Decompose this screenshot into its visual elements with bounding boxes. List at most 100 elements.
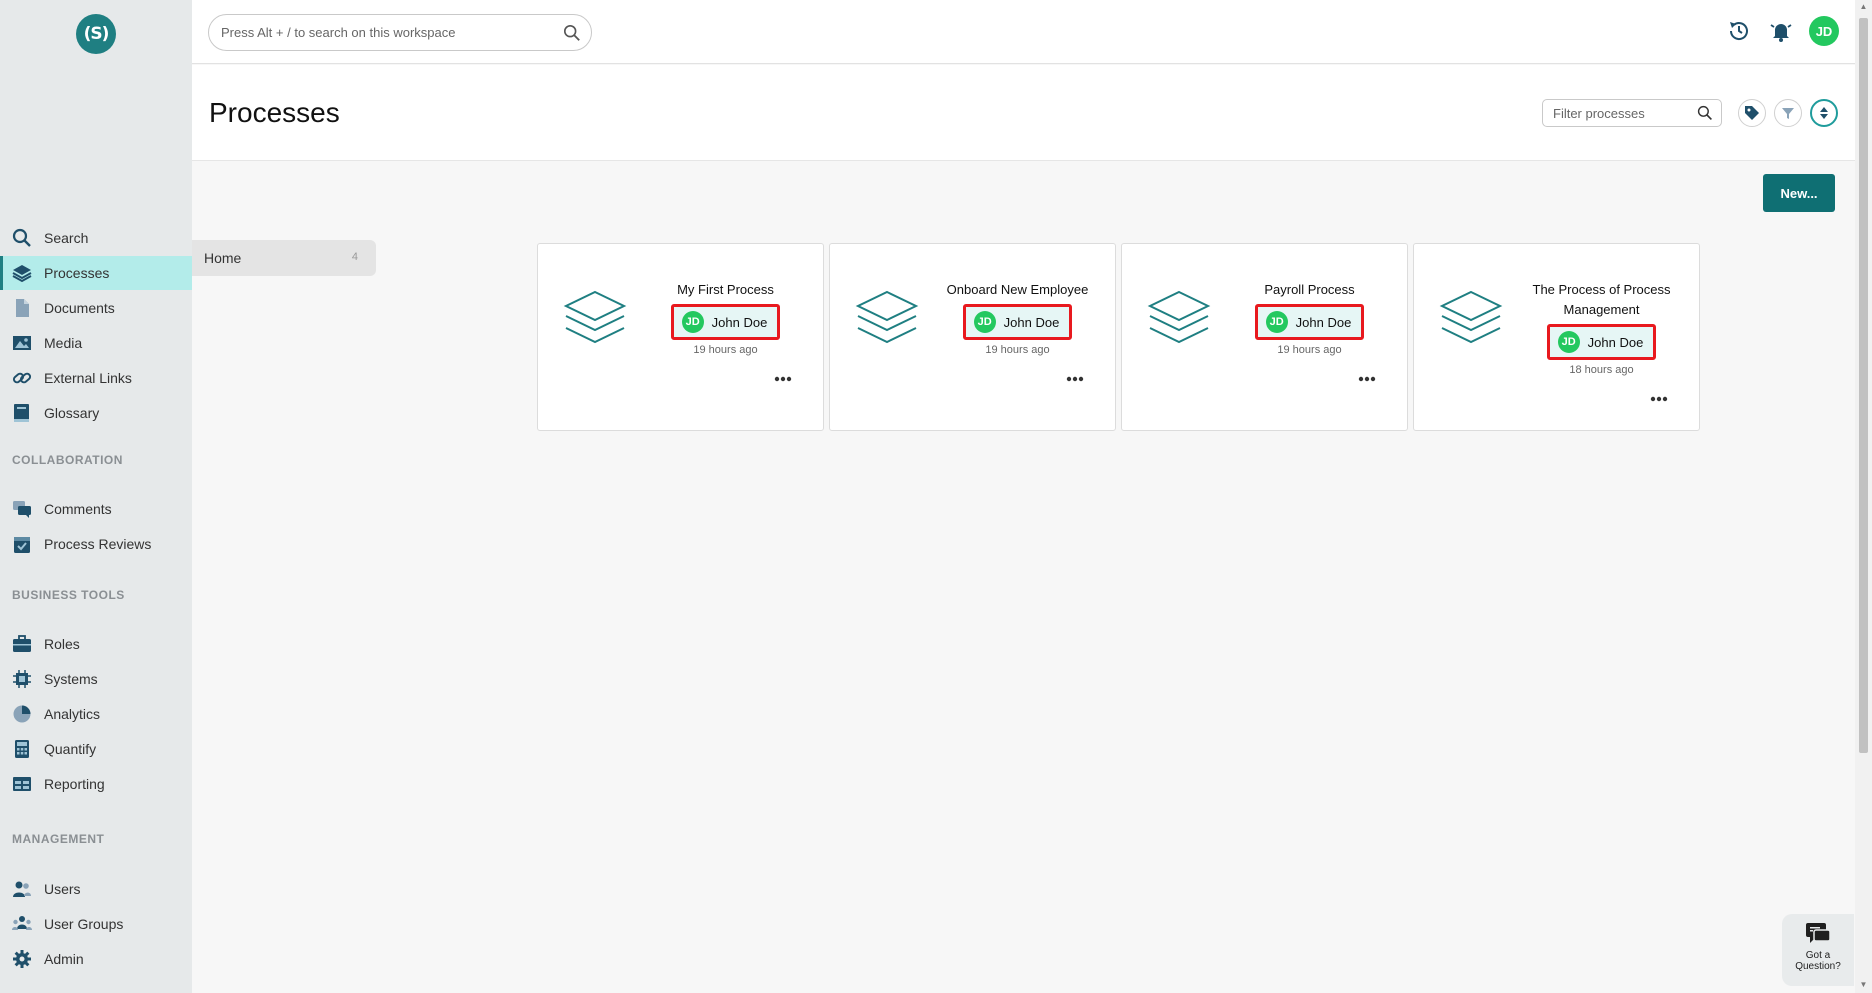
- table-icon: [12, 774, 32, 794]
- sidebar-item-reporting[interactable]: Reporting: [0, 767, 192, 801]
- owner-name: John Doe: [1295, 314, 1352, 330]
- process-card-body: Payroll Process JD John Doe 19 hours ago: [1222, 280, 1397, 356]
- sidebar-item-label: Comments: [44, 501, 112, 517]
- folder-tree-item-home[interactable]: Home 4: [192, 240, 376, 276]
- workspace-logo[interactable]: (S): [76, 14, 116, 54]
- sidebar-item-analytics[interactable]: Analytics: [0, 697, 192, 731]
- link-icon: [12, 368, 32, 388]
- process-card-body: My First Process JD John Doe 19 hours ag…: [638, 280, 813, 356]
- process-title[interactable]: My First Process: [677, 280, 774, 300]
- sidebar-item-users[interactable]: Users: [0, 872, 192, 906]
- filter-processes: [1542, 99, 1722, 127]
- app-root: (S) Search Processes Documents Media Ext…: [0, 0, 1872, 993]
- help-widget[interactable]: Got a Question?: [1782, 914, 1854, 986]
- scroll-down-arrow-icon[interactable]: ▼: [1859, 980, 1868, 992]
- process-card[interactable]: Onboard New Employee JD John Doe 19 hour…: [829, 243, 1116, 431]
- sort-button[interactable]: [1810, 99, 1838, 127]
- process-updated-time: 19 hours ago: [693, 344, 758, 356]
- sidebar-item-label: Documents: [44, 300, 115, 316]
- sidebar-item-label: Admin: [44, 951, 84, 967]
- sidebar: (S) Search Processes Documents Media Ext…: [0, 0, 192, 993]
- calendar-check-icon: [12, 534, 32, 554]
- process-owner[interactable]: JD John Doe: [1254, 304, 1365, 340]
- scrollbar-thumb[interactable]: [1859, 18, 1868, 753]
- sidebar-item-processes[interactable]: Processes: [0, 256, 192, 290]
- top-bar: JD: [192, 0, 1855, 64]
- sidebar-item-user-groups[interactable]: User Groups: [0, 907, 192, 941]
- process-updated-time: 18 hours ago: [1569, 364, 1634, 376]
- comments-icon: [12, 499, 32, 519]
- new-process-button[interactable]: New...: [1763, 174, 1835, 212]
- section-title-business-tools: BUSINESS TOOLS: [12, 588, 125, 602]
- search-icon[interactable]: [1697, 105, 1713, 121]
- gear-icon: [12, 949, 32, 969]
- sidebar-item-documents[interactable]: Documents: [0, 291, 192, 325]
- users-icon: [12, 879, 32, 899]
- sidebar-item-quantify[interactable]: Quantify: [0, 732, 192, 766]
- sidebar-item-label: Media: [44, 335, 83, 351]
- book-icon: [12, 403, 32, 423]
- sidebar-item-media[interactable]: Media: [0, 326, 192, 360]
- owner-avatar: JD: [681, 311, 704, 333]
- sidebar-item-label: Reporting: [44, 776, 105, 792]
- filter-button[interactable]: [1774, 99, 1802, 127]
- process-updated-time: 19 hours ago: [1277, 344, 1342, 356]
- owner-avatar: JD: [1265, 311, 1288, 333]
- folder-name: Home: [204, 250, 242, 266]
- process-card[interactable]: The Process of Process Management JD Joh…: [1413, 243, 1700, 431]
- section-title-collaboration: COLLABORATION: [12, 453, 123, 467]
- sidebar-item-label: Glossary: [44, 405, 100, 421]
- sidebar-item-process-reviews[interactable]: Process Reviews: [0, 527, 192, 561]
- more-options-icon[interactable]: [1063, 371, 1087, 387]
- document-icon: [12, 298, 32, 318]
- sidebar-item-comments[interactable]: Comments: [0, 492, 192, 526]
- sidebar-item-admin[interactable]: Admin: [0, 942, 192, 976]
- page-scrollbar[interactable]: ▲ ▼: [1855, 0, 1872, 993]
- sidebar-item-label: External Links: [44, 370, 132, 386]
- process-title[interactable]: Payroll Process: [1264, 280, 1354, 300]
- process-title[interactable]: Onboard New Employee: [947, 280, 1089, 300]
- more-options-icon[interactable]: [1647, 391, 1671, 407]
- owner-name: John Doe: [1003, 314, 1060, 330]
- top-actions: JD: [1725, 16, 1839, 46]
- sidebar-item-label: User Groups: [44, 916, 124, 932]
- sidebar-item-label: Systems: [44, 671, 98, 687]
- process-card-body: Onboard New Employee JD John Doe 19 hour…: [930, 280, 1105, 356]
- sidebar-item-label: Quantify: [44, 741, 97, 757]
- search-icon[interactable]: [563, 24, 581, 42]
- tags-button[interactable]: [1738, 99, 1766, 127]
- sidebar-item-glossary[interactable]: Glossary: [0, 396, 192, 430]
- sort-icon: [1820, 107, 1828, 119]
- workspace-search-input[interactable]: [221, 15, 551, 50]
- history-icon[interactable]: [1725, 17, 1753, 45]
- owner-name: John Doe: [711, 314, 768, 330]
- search-icon: [12, 228, 32, 248]
- funnel-icon: [1782, 108, 1794, 119]
- sidebar-item-systems[interactable]: Systems: [0, 662, 192, 696]
- sidebar-item-label: Users: [44, 881, 81, 897]
- user-groups-icon: [12, 914, 32, 934]
- pie-chart-icon: [12, 704, 32, 724]
- process-owner[interactable]: JD John Doe: [670, 304, 781, 340]
- layers-icon: [1147, 290, 1211, 344]
- more-options-icon[interactable]: [771, 371, 795, 387]
- notifications-bell-icon[interactable]: [1767, 17, 1795, 45]
- sidebar-item-label: Processes: [44, 265, 110, 281]
- filter-processes-input[interactable]: [1553, 100, 1693, 126]
- sidebar-item-search[interactable]: Search: [0, 221, 192, 255]
- process-card[interactable]: Payroll Process JD John Doe 19 hours ago: [1121, 243, 1408, 431]
- more-options-icon[interactable]: [1355, 371, 1379, 387]
- process-card[interactable]: My First Process JD John Doe 19 hours ag…: [537, 243, 824, 431]
- process-owner[interactable]: JD John Doe: [962, 304, 1073, 340]
- process-owner[interactable]: JD John Doe: [1546, 324, 1657, 360]
- scroll-up-arrow-icon[interactable]: ▲: [1859, 2, 1868, 14]
- process-title[interactable]: The Process of Process Management: [1514, 280, 1689, 320]
- page-header: Processes: [192, 65, 1855, 161]
- sidebar-item-label: Roles: [44, 636, 80, 652]
- sidebar-item-roles[interactable]: Roles: [0, 627, 192, 661]
- image-icon: [12, 333, 32, 353]
- user-avatar[interactable]: JD: [1809, 16, 1839, 46]
- sidebar-item-external-links[interactable]: External Links: [0, 361, 192, 395]
- sidebar-item-label: Analytics: [44, 706, 101, 722]
- section-title-management: MANAGEMENT: [12, 832, 105, 846]
